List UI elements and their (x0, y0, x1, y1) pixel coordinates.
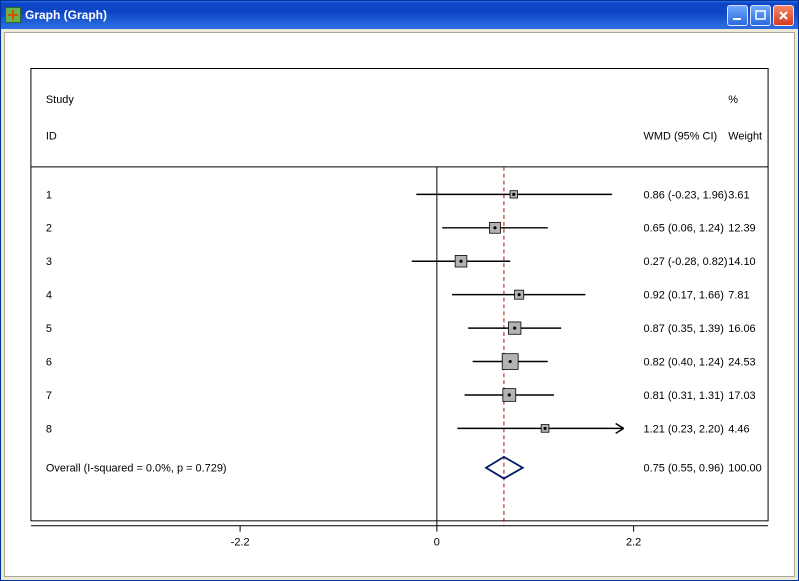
maximize-button[interactable] (750, 5, 771, 26)
study-id: 6 (46, 357, 52, 369)
effect-text: 0.81 (0.31, 1.31) (644, 390, 724, 402)
minimize-icon (732, 10, 743, 21)
study-point (543, 427, 546, 430)
col-weight-top: % (728, 94, 738, 106)
app-icon (5, 7, 21, 23)
forest-plot: Study ID WMD (95% CI)% Weight 1 0.86 (-0.23, … (11, 39, 788, 570)
study-id: 4 (46, 290, 52, 302)
col-effect: WMD (95% CI) (644, 130, 718, 142)
weight-text: 3.61 (728, 189, 749, 201)
effect-text: 0.27 (-0.28, 0.82) (644, 256, 728, 268)
study-id: 5 (46, 323, 52, 335)
study-id: 7 (46, 390, 52, 402)
close-icon (778, 10, 789, 21)
study-point (508, 393, 511, 396)
study-point (513, 327, 516, 330)
study-id: 8 (46, 423, 52, 435)
study-id: 2 (46, 223, 52, 235)
study-point (493, 226, 496, 229)
effect-text: 0.86 (-0.23, 1.96) (644, 189, 728, 201)
col-study-top: Study (46, 94, 75, 106)
effect-text: 0.82 (0.40, 1.24) (644, 357, 724, 369)
weight-text: 12.39 (728, 223, 755, 235)
study-point (518, 293, 521, 296)
weight-text: 24.53 (728, 357, 755, 369)
x-tick-label: 0 (434, 536, 440, 548)
effect-text: 0.92 (0.17, 1.66) (644, 290, 724, 302)
weight-text: 7.81 (728, 290, 749, 302)
client-area: Study ID WMD (95% CI)% Weight 1 0.86 (-0.23, … (4, 32, 795, 577)
study-id: 1 (46, 189, 52, 201)
study-id: 3 (46, 256, 52, 268)
overall-effect-text: 0.75 (0.55, 0.96) (644, 463, 724, 475)
overall-diamond (486, 457, 523, 479)
study-point (509, 360, 512, 363)
x-tick-label: -2.2 (231, 536, 250, 548)
maximize-icon (755, 10, 766, 21)
app-window: Graph (Graph) Study ID WMD (95% CI)% Weight… (0, 0, 799, 581)
weight-text: 17.03 (728, 390, 755, 402)
effect-text: 0.87 (0.35, 1.39) (644, 323, 724, 335)
window-title: Graph (Graph) (25, 8, 107, 22)
overall-label: Overall (I-squared = 0.0%, p = 0.729) (46, 463, 227, 475)
titlebar[interactable]: Graph (Graph) (1, 1, 798, 29)
close-button[interactable] (773, 5, 794, 26)
effect-text: 1.21 (0.23, 2.20) (644, 423, 724, 435)
weight-text: 4.46 (728, 423, 749, 435)
weight-text: 16.06 (728, 323, 755, 335)
x-tick-label: 2.2 (626, 536, 641, 548)
effect-text: 0.65 (0.06, 1.24) (644, 223, 724, 235)
col-study-bottom: ID (46, 130, 57, 142)
study-point (459, 260, 462, 263)
minimize-button[interactable] (727, 5, 748, 26)
window-controls (727, 5, 794, 26)
col-weight-bottom: Weight (728, 130, 762, 142)
overall-weight-text: 100.00 (728, 463, 761, 475)
study-point (512, 193, 515, 196)
weight-text: 14.10 (728, 256, 755, 268)
